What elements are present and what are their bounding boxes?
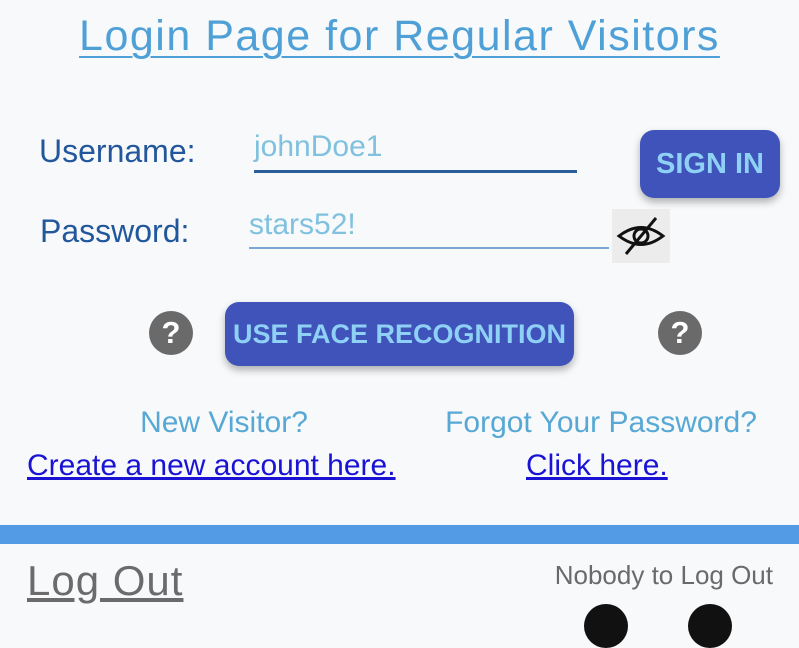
forgot-password-link[interactable]: Click here.	[526, 449, 668, 483]
eye-slash-icon	[616, 217, 666, 255]
password-label: Password:	[40, 213, 190, 249]
face-recognition-help-icon-left[interactable]: ?	[149, 311, 193, 355]
logout-status-text: Nobody to Log Out	[554, 560, 773, 590]
forgot-password-prompt: Forgot Your Password?	[445, 406, 757, 439]
new-visitor-prompt: New Visitor?	[140, 406, 308, 439]
password-field[interactable]: stars52!	[249, 206, 609, 250]
password-underline	[249, 247, 609, 249]
username-label: Username:	[39, 133, 196, 169]
username-value: johnDoe1	[254, 130, 383, 163]
footer-circle-button-left[interactable]	[584, 604, 628, 648]
logout-link[interactable]: Log Out	[27, 557, 183, 605]
section-divider	[0, 525, 799, 544]
create-account-link[interactable]: Create a new account here.	[27, 449, 396, 483]
face-recognition-button[interactable]: USE FACE RECOGNITION	[225, 302, 574, 366]
password-value: stars52!	[249, 208, 356, 241]
face-recognition-help-icon-right[interactable]: ?	[658, 311, 702, 355]
footer-circle-button-right[interactable]	[688, 604, 732, 648]
username-underline	[254, 170, 577, 173]
username-field[interactable]: johnDoe1	[254, 128, 577, 174]
page-title: Login Page for Regular Visitors	[79, 12, 720, 60]
password-visibility-toggle[interactable]	[612, 209, 670, 263]
sign-in-button[interactable]: SIGN IN	[640, 130, 780, 198]
